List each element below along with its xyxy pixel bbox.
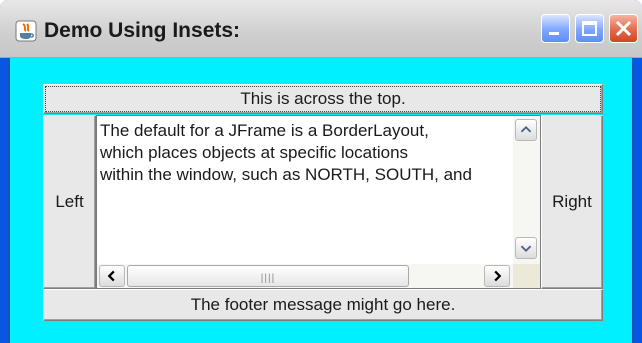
scroll-right-button[interactable] [484, 265, 510, 287]
south-button[interactable]: The footer message might go here. [43, 289, 603, 321]
text-line: The default for a JFrame is a BorderLayo… [100, 121, 429, 140]
close-button[interactable] [609, 14, 638, 43]
west-button[interactable]: Left [43, 115, 96, 289]
horizontal-scrollbar[interactable]: |||| [97, 264, 513, 288]
scroll-down-button[interactable] [515, 237, 537, 259]
java-icon [15, 20, 37, 42]
horizontal-scroll-thumb[interactable]: |||| [127, 265, 409, 287]
chevron-right-icon [494, 270, 502, 282]
maximize-icon [582, 21, 597, 36]
window-title: Demo Using Insets: [44, 19, 241, 42]
title-bar[interactable]: Demo Using Insets: [0, 0, 642, 58]
app-window: Demo Using Insets: This is across the to… [0, 0, 642, 343]
chevron-left-icon [107, 270, 115, 282]
north-button[interactable]: This is across the top. [43, 84, 603, 114]
maximize-button[interactable] [575, 14, 604, 43]
close-icon [615, 20, 632, 37]
content-pane: This is across the top. Left The default… [8, 58, 634, 343]
text-area[interactable]: The default for a JFrame is a BorderLayo… [100, 120, 512, 254]
chevron-up-icon [520, 125, 532, 133]
text-area-scroll-pane[interactable]: The default for a JFrame is a BorderLayo… [96, 115, 541, 289]
scroll-corner [513, 264, 540, 288]
minimize-button[interactable] [541, 14, 570, 43]
chevron-down-icon [520, 245, 532, 253]
minimize-icon [549, 32, 559, 35]
east-button[interactable]: Right [541, 115, 603, 289]
text-line: within the window, such as NORTH, SOUTH,… [100, 165, 472, 184]
text-line: which places objects at specific locatio… [100, 143, 409, 162]
scroll-left-button[interactable] [99, 265, 125, 287]
scroll-up-button[interactable] [515, 119, 537, 141]
grip-icon: |||| [260, 273, 276, 284]
vertical-scrollbar[interactable] [513, 116, 540, 264]
